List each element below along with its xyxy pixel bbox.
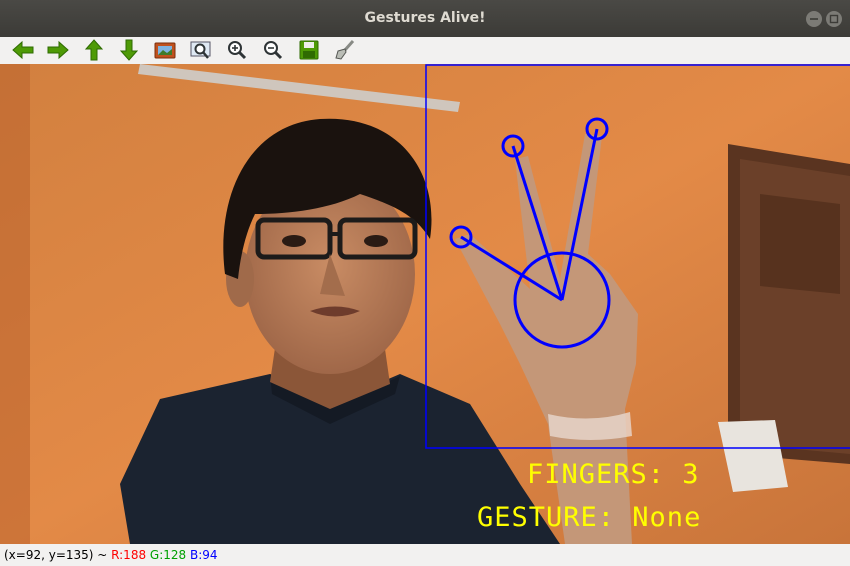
arrow-up-icon [84,39,104,61]
image-icon [154,42,176,59]
zoom-in-button[interactable] [221,37,251,64]
app-window: Gestures Alive! FINGERS: 3 GESTURE: None… [0,0,850,566]
zoom-in-icon [228,41,247,60]
brush-icon [335,40,355,60]
fingers-count-label: FINGERS: 3 [527,459,700,490]
minimize-icon [810,18,818,20]
zoom-image-button[interactable] [149,37,179,64]
pan-up-button[interactable] [78,37,108,64]
maximize-button[interactable] [826,11,842,27]
pan-down-button[interactable] [113,37,143,64]
maximize-icon [829,14,839,24]
status-red-value: R:188 [111,548,147,562]
arrow-right-icon [47,40,69,60]
arrow-down-icon [119,39,139,61]
status-coordinates: (x=92, y=135) ~ [4,548,112,562]
gesture-label: GESTURE: None [477,502,702,533]
pan-left-button[interactable] [7,37,37,64]
save-button[interactable] [293,37,323,64]
zoom-region-icon [190,41,211,59]
camera-view[interactable]: FINGERS: 3 GESTURE: None [0,64,850,544]
toolbar [0,37,850,65]
status-bar: (x=92, y=135) ~ R:188 G:128 B:94 [0,544,850,566]
zoom-out-icon [264,41,283,60]
pan-right-button[interactable] [42,37,72,64]
arrow-left-icon [12,40,34,60]
status-pixel-info: (x=92, y=135) ~ R:188 G:128 B:94 [4,544,218,566]
zoom-out-button[interactable] [257,37,287,64]
zoom-fit-button[interactable] [185,37,215,64]
window-title: Gestures Alive! [364,10,486,26]
minimize-button[interactable] [806,11,822,27]
save-icon [299,40,319,60]
properties-button[interactable] [329,37,359,64]
title-bar[interactable]: Gestures Alive! [0,0,850,37]
camera-frame-image [0,64,850,544]
status-blue-value: B:94 [190,548,218,562]
status-green-value: G:128 [149,548,187,562]
